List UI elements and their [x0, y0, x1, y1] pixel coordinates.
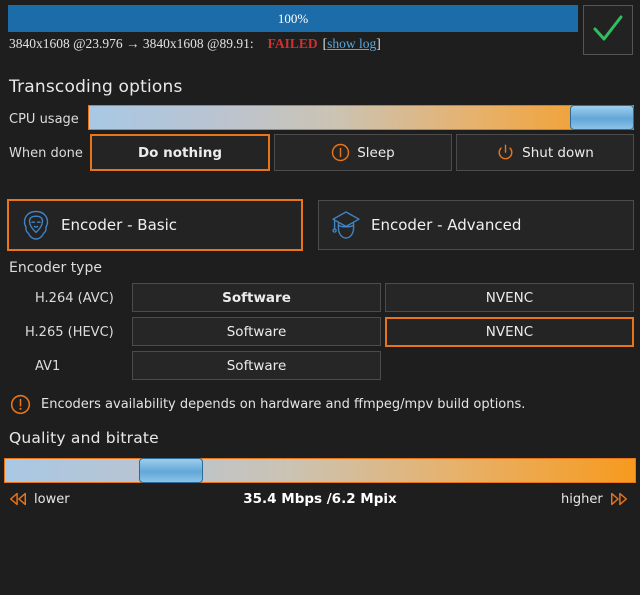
tab-encoder-advanced[interactable]: Encoder - Advanced: [318, 200, 634, 250]
encoder-row-label-h265: H.265 (HEVC): [25, 325, 114, 340]
tab-label: Encoder - Advanced: [371, 216, 521, 234]
when-done-option-label: Sleep: [357, 145, 395, 161]
encoder-h265-software-button[interactable]: Software: [132, 317, 381, 346]
transcoder-window: 100% 3840x1608 @23.976 → 3840x1608 @89.9…: [0, 0, 640, 595]
quality-higher-label: higher: [561, 492, 603, 507]
encoder-option-label: NVENC: [486, 290, 533, 306]
graduate-head-icon: [329, 208, 363, 242]
cpu-usage-slider[interactable]: [88, 105, 634, 130]
quality-bitrate-value: 35.4 Mbps /6.2 Mpix: [0, 491, 640, 507]
encoder-row-label-av1: AV1: [35, 359, 60, 374]
cpu-usage-slider-thumb[interactable]: [570, 105, 634, 130]
status-line: 3840x1608 @23.976 → 3840x1608 @89.91: FAI…: [9, 36, 381, 52]
encoder-availability-note-text: Encoders availability depends on hardwar…: [41, 397, 525, 412]
quality-higher-control[interactable]: higher: [561, 491, 629, 507]
encoder-h264-nvenc-button[interactable]: NVENC: [385, 283, 634, 312]
warning-icon: [10, 394, 31, 415]
progress-bar-label: 100%: [9, 6, 577, 31]
status-bracket-close: ]: [376, 36, 381, 51]
quality-bitrate-title: Quality and bitrate: [9, 429, 159, 447]
transcoding-options-title: Transcoding options: [9, 77, 183, 97]
sleep-icon: [331, 143, 350, 162]
status-result-badge: FAILED: [268, 36, 318, 51]
when-done-option-do-nothing[interactable]: Do nothing: [90, 134, 270, 171]
encoder-option-label: Software: [227, 324, 287, 340]
fast-forward-icon: [609, 491, 629, 507]
cpu-usage-label: CPU usage: [9, 112, 79, 127]
show-log-link[interactable]: show log: [327, 36, 376, 51]
progress-bar: 100%: [8, 5, 578, 32]
power-icon: [496, 143, 515, 162]
encoder-option-label: Software: [227, 358, 287, 374]
check-icon: [590, 12, 626, 46]
encoder-option-label: Software: [222, 290, 291, 306]
when-done-option-label: Do nothing: [138, 145, 222, 161]
quality-slider[interactable]: [4, 458, 636, 483]
encoder-option-label: NVENC: [486, 324, 533, 340]
when-done-option-sleep[interactable]: Sleep: [274, 134, 452, 171]
status-conversion-text: 3840x1608 @23.976 → 3840x1608 @89.91:: [9, 36, 254, 51]
encoder-av1-software-button[interactable]: Software: [132, 351, 381, 380]
when-done-option-shut-down[interactable]: Shut down: [456, 134, 634, 171]
progress-row: 100% 3840x1608 @23.976 → 3840x1608 @89.9…: [0, 0, 640, 55]
encoder-row-label-h264: H.264 (AVC): [35, 291, 114, 306]
quality-slider-thumb[interactable]: [139, 458, 203, 483]
job-done-button[interactable]: [583, 5, 633, 55]
tab-label: Encoder - Basic: [61, 216, 177, 234]
encoder-h265-nvenc-button[interactable]: NVENC: [385, 317, 634, 347]
tab-encoder-basic[interactable]: Encoder - Basic: [7, 199, 303, 251]
when-done-option-label: Shut down: [522, 145, 594, 161]
encoder-type-label: Encoder type: [9, 260, 102, 276]
encoder-h264-software-button[interactable]: Software: [132, 283, 381, 312]
when-done-label: When done: [9, 146, 83, 161]
encoder-availability-note: Encoders availability depends on hardwar…: [10, 394, 525, 415]
sheep-face-icon: [19, 208, 53, 242]
